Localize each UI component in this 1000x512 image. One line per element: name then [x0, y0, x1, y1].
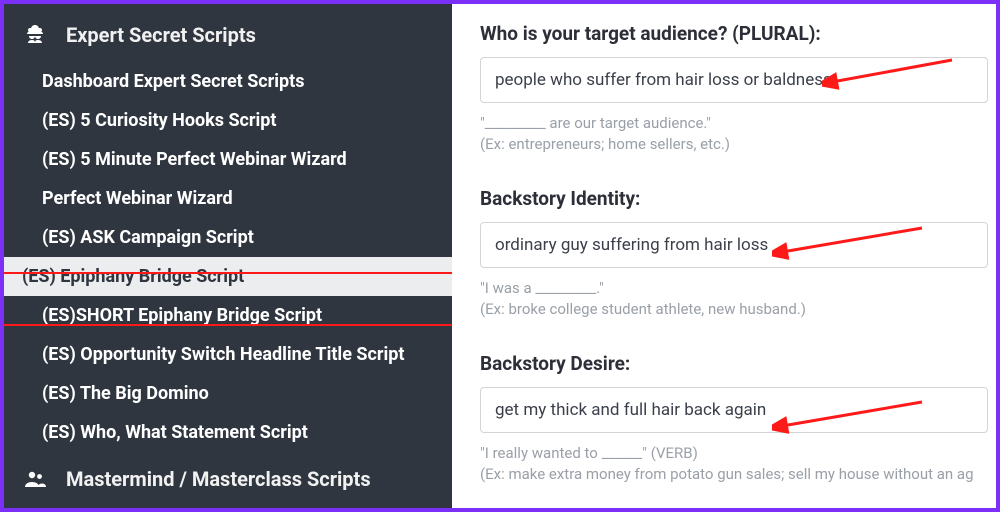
sidebar-item-ask-campaign[interactable]: (ES) ASK Campaign Script — [4, 218, 452, 257]
sidebar-title: Expert Secret Scripts — [66, 23, 256, 47]
sidebar: Expert Secret Scripts Dashboard Expert S… — [4, 4, 452, 508]
form-group-backstory-identity: Backstory Identity: "I was a _________."… — [480, 187, 996, 320]
sidebar-item-short-epiphany[interactable]: (ES)SHORT Epiphany Bridge Script — [4, 296, 452, 335]
sidebar-footer[interactable]: Mastermind / Masterclass Scripts — [4, 458, 452, 500]
sidebar-item-epiphany-bridge[interactable]: (ES) Epiphany Bridge Script — [4, 257, 452, 296]
input-backstory-identity[interactable] — [480, 222, 988, 268]
sidebar-item-opportunity-switch[interactable]: (ES) Opportunity Switch Headline Title S… — [4, 335, 452, 374]
sidebar-item-dashboard[interactable]: Dashboard Expert Secret Scripts — [4, 62, 452, 101]
spy-icon — [22, 22, 48, 48]
label-target-audience: Who is your target audience? (PLURAL): — [480, 22, 996, 45]
sidebar-item-5min-webinar[interactable]: (ES) 5 Minute Perfect Webinar Wizard — [4, 140, 452, 179]
sidebar-list: Dashboard Expert Secret Scripts (ES) 5 C… — [4, 62, 452, 452]
sidebar-footer-label: Mastermind / Masterclass Scripts — [66, 467, 371, 491]
people-icon — [22, 466, 48, 492]
input-backstory-desire[interactable] — [480, 387, 988, 433]
label-backstory-desire: Backstory Desire: — [480, 352, 996, 375]
sidebar-item-big-domino[interactable]: (ES) The Big Domino — [4, 374, 452, 413]
hint-target-audience: "_________ are our target audience." (Ex… — [480, 113, 996, 155]
app-frame: Expert Secret Scripts Dashboard Expert S… — [0, 0, 1000, 512]
sidebar-item-who-what[interactable]: (ES) Who, What Statement Script — [4, 413, 452, 452]
form-area: Who is your target audience? (PLURAL): "… — [452, 4, 996, 508]
input-target-audience[interactable] — [480, 57, 988, 103]
annotation-line-bottom — [4, 324, 452, 326]
sidebar-header: Expert Secret Scripts — [4, 14, 452, 62]
sidebar-item-curiosity-hooks[interactable]: (ES) 5 Curiosity Hooks Script — [4, 101, 452, 140]
form-group-target-audience: Who is your target audience? (PLURAL): "… — [480, 22, 996, 155]
sidebar-item-perfect-webinar[interactable]: Perfect Webinar Wizard — [4, 179, 452, 218]
hint-backstory-desire: "I really wanted to ______" (VERB) (Ex: … — [480, 443, 996, 485]
annotation-line-top — [4, 272, 452, 274]
form-group-backstory-desire: Backstory Desire: "I really wanted to __… — [480, 352, 996, 485]
label-backstory-identity: Backstory Identity: — [480, 187, 996, 210]
hint-backstory-identity: "I was a _________." (Ex: broke college … — [480, 278, 996, 320]
